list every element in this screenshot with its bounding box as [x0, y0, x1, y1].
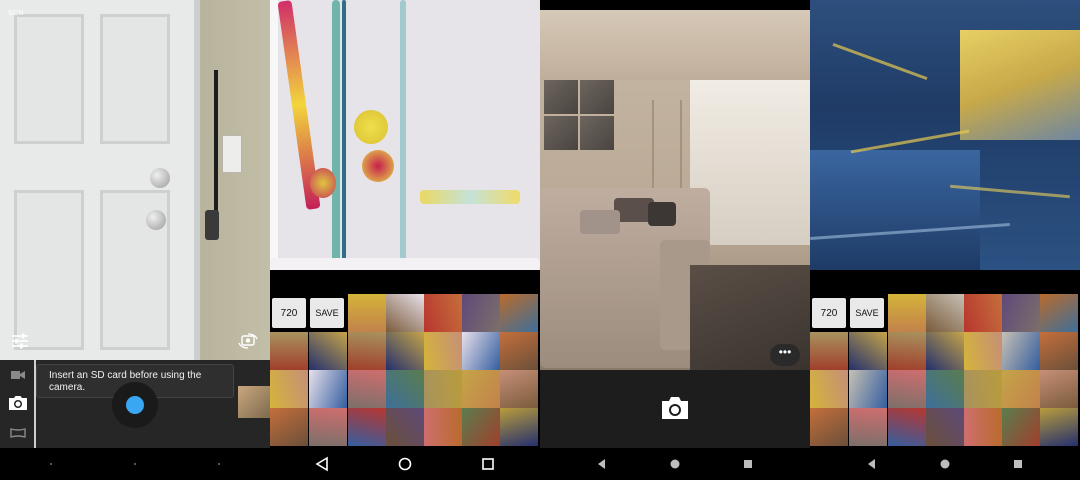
mode-selector	[0, 360, 36, 448]
scene-mode-label[interactable]: SCN	[8, 10, 24, 17]
style-thumbnail[interactable]	[462, 332, 500, 370]
style-thumbnail[interactable]	[386, 370, 424, 408]
style-thumbnail[interactable]	[964, 370, 1002, 408]
style-thumbnail-grid	[888, 294, 1078, 446]
style-thumbnail[interactable]	[964, 294, 1002, 332]
style-thumbnail[interactable]	[888, 294, 926, 332]
style-thumbnail[interactable]	[348, 332, 386, 370]
style-thumbnail[interactable]	[348, 408, 386, 446]
camera-icon[interactable]	[660, 395, 690, 426]
style-thumbnail[interactable]	[849, 370, 887, 408]
back-icon[interactable]	[314, 456, 330, 472]
last-photo-thumbnail[interactable]	[238, 386, 270, 418]
style-thumbnail[interactable]	[270, 408, 308, 446]
style-thumbnail[interactable]	[424, 408, 462, 446]
style-thumbnail[interactable]	[424, 370, 462, 408]
resolution-button[interactable]: 720	[812, 298, 846, 328]
style-thumbnail[interactable]	[964, 332, 1002, 370]
navigation-bar	[270, 448, 540, 480]
style-thumbnail[interactable]	[1002, 294, 1040, 332]
style-thumbnail[interactable]	[964, 408, 1002, 446]
recents-icon[interactable]	[480, 456, 496, 472]
style-thumbnail[interactable]	[926, 370, 964, 408]
filtered-image	[270, 0, 540, 270]
recents-icon[interactable]	[1010, 456, 1026, 472]
style-thumbnail[interactable]	[1040, 332, 1078, 370]
light-switch	[222, 135, 242, 173]
style-thumbnail[interactable]	[348, 370, 386, 408]
style-thumbnail[interactable]	[462, 294, 500, 332]
style-thumbnail[interactable]	[926, 408, 964, 446]
style-thumbnail[interactable]	[424, 332, 462, 370]
style-thumbnail[interactable]	[1002, 408, 1040, 446]
back-icon[interactable]	[50, 463, 52, 465]
camera-viewfinder[interactable]: SCN	[0, 0, 270, 360]
navigation-bar	[0, 448, 270, 480]
style-thumbnail-grid-left	[810, 332, 888, 446]
style-thumbnail[interactable]	[810, 408, 848, 446]
style-thumbnail[interactable]	[1040, 294, 1078, 332]
style-thumbnail[interactable]	[309, 370, 347, 408]
save-button[interactable]: SAVE	[310, 298, 344, 328]
save-button[interactable]: SAVE	[850, 298, 884, 328]
recents-icon[interactable]	[740, 456, 756, 472]
style-thumbnail[interactable]	[462, 370, 500, 408]
back-icon[interactable]	[864, 456, 880, 472]
style-thumbnail[interactable]	[386, 294, 424, 332]
style-thumbnail[interactable]	[348, 294, 386, 332]
style-thumbnail[interactable]	[309, 332, 347, 370]
style-thumbnail[interactable]	[500, 294, 538, 332]
style-thumbnail[interactable]	[500, 332, 538, 370]
resolution-button[interactable]: 720	[272, 298, 306, 328]
home-icon[interactable]	[937, 456, 953, 472]
camera-panel: SCN Insert an SD card before using the c…	[0, 0, 270, 480]
panorama-icon[interactable]	[10, 426, 26, 444]
style-thumbnail[interactable]	[309, 408, 347, 446]
style-thumbnail-grid	[348, 294, 538, 446]
camera-preview[interactable]: •••	[540, 10, 810, 370]
style-thumbnail[interactable]	[1002, 332, 1040, 370]
style-thumbnail[interactable]	[888, 408, 926, 446]
navigation-bar	[540, 448, 810, 480]
recents-icon[interactable]	[218, 463, 220, 465]
switch-camera-icon[interactable]	[238, 333, 258, 354]
style-thumbnail[interactable]	[500, 370, 538, 408]
style-thumbnail[interactable]	[500, 408, 538, 446]
art-filter-panel: 720 SAVE	[270, 0, 540, 480]
video-icon[interactable]	[10, 368, 26, 386]
back-icon[interactable]	[594, 456, 610, 472]
navigation-bar	[810, 448, 1080, 480]
shutter-dot[interactable]	[126, 396, 144, 414]
style-thumbnail-grid-left	[270, 332, 348, 446]
style-thumbnail[interactable]	[810, 370, 848, 408]
home-icon[interactable]	[397, 456, 413, 472]
home-icon[interactable]	[667, 456, 683, 472]
style-thumbnail[interactable]	[926, 332, 964, 370]
style-thumbnail[interactable]	[424, 294, 462, 332]
blue-art-panel: 720 SAVE	[810, 0, 1080, 480]
style-thumbnail[interactable]	[849, 332, 887, 370]
style-thumbnail[interactable]	[270, 332, 308, 370]
style-thumbnail[interactable]	[270, 370, 308, 408]
style-thumbnail[interactable]	[386, 408, 424, 446]
style-thumbnail[interactable]	[888, 370, 926, 408]
style-thumbnail[interactable]	[849, 408, 887, 446]
settings-sliders-icon[interactable]	[11, 333, 29, 354]
door-image	[0, 0, 200, 360]
style-thumbnail[interactable]	[1040, 370, 1078, 408]
style-thumbnail[interactable]	[810, 332, 848, 370]
style-thumbnail[interactable]	[1002, 370, 1040, 408]
style-thumbnail[interactable]	[926, 294, 964, 332]
style-thumbnail[interactable]	[888, 332, 926, 370]
home-icon[interactable]	[134, 463, 136, 465]
lanyard	[214, 70, 218, 220]
style-thumbnail[interactable]	[1040, 408, 1078, 446]
style-thumbnail[interactable]	[386, 332, 424, 370]
camera-icon[interactable]	[7, 394, 29, 417]
filtered-room-image	[810, 0, 1080, 270]
more-options-button[interactable]: •••	[770, 344, 800, 366]
style-thumbnail[interactable]	[462, 408, 500, 446]
keys	[205, 210, 219, 240]
room-camera-panel: •••	[540, 0, 810, 480]
